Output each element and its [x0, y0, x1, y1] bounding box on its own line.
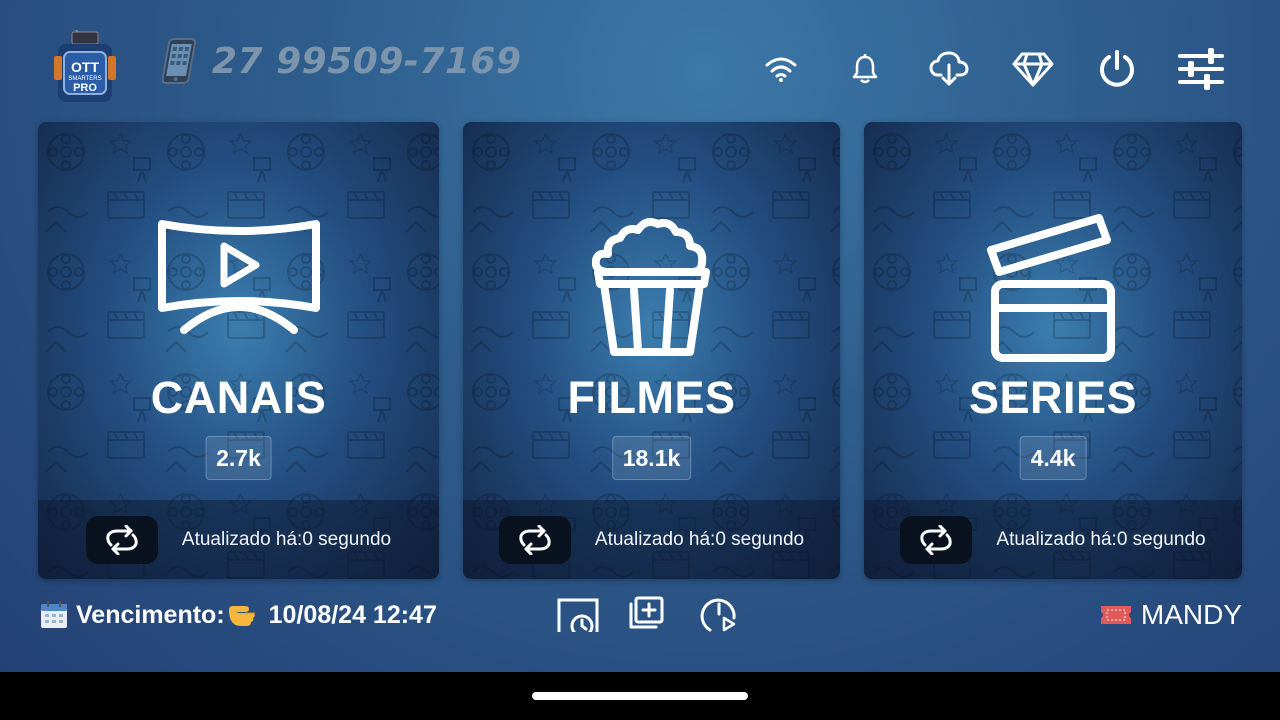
curved-tv-play-icon	[157, 220, 320, 334]
system-navigation-bar	[0, 672, 1280, 720]
recent-play-button[interactable]	[700, 596, 744, 632]
expiry-info: Vencimento: 10/08/24 12:47	[40, 598, 437, 632]
premium-button[interactable]	[1008, 44, 1058, 94]
user-name: MANDY	[1140, 599, 1242, 630]
ott-smarters-pro-logo-icon: OTT SMARTERS PRO	[54, 27, 116, 102]
cloud-download-button[interactable]	[924, 44, 974, 94]
refresh-icon	[920, 524, 953, 555]
popcorn-icon	[591, 218, 710, 356]
card-footer: Atualizado há:0 segundo	[864, 500, 1242, 579]
refresh-button[interactable]	[498, 515, 571, 564]
power-icon	[1100, 50, 1134, 87]
top-toolbar	[722, 44, 1226, 94]
refresh-icon	[519, 524, 551, 555]
mobile-phone-icon	[162, 38, 197, 84]
updated-status: Atualizado há:0 segundo	[996, 528, 1206, 550]
home-indicator[interactable]	[532, 692, 748, 700]
calendar-icon	[41, 601, 67, 628]
movies-card[interactable]: FILMES 18.1k Atualizado há:0 segundo	[463, 122, 840, 579]
refresh-button[interactable]	[85, 515, 158, 564]
pointing-hand-icon	[228, 606, 255, 626]
user-info: MANDY	[1099, 598, 1242, 632]
expiry-label: Vencimento:	[76, 600, 225, 629]
catch-up-icon	[557, 598, 599, 638]
svg-text:OTT: OTT	[71, 59, 99, 75]
live-tv-card[interactable]: CANAIS 2.7k Atualizado há:0 segundo	[38, 122, 439, 579]
card-footer: Atualizado há:0 segundo	[38, 500, 439, 579]
clapperboard-icon	[987, 214, 1115, 362]
cloud-download-icon	[929, 51, 969, 86]
wifi-button[interactable]	[756, 44, 806, 94]
phone-number: 27 99509-7169	[212, 40, 522, 82]
ticket-icon	[1100, 606, 1131, 624]
card-footer: Atualizado há:0 segundo	[463, 500, 840, 579]
series-card[interactable]: SERIES 4.4k Atualizado há:0 segundo	[864, 122, 1242, 579]
recent-play-icon	[700, 598, 736, 632]
card-title: CANAIS	[150, 372, 327, 423]
add-playlist-icon	[629, 596, 664, 629]
diamond-icon	[1012, 52, 1054, 87]
app-logo: OTT SMARTERS PRO	[54, 27, 116, 108]
count-badge: 18.1k	[611, 436, 692, 480]
wifi-icon	[765, 57, 797, 82]
catch-up-button[interactable]	[556, 596, 600, 638]
phone-display: 27 99509-7169	[162, 36, 522, 86]
quick-actions	[556, 596, 772, 638]
expiry-value: 10/08/24 12:47	[268, 600, 437, 629]
settings-button[interactable]	[1176, 44, 1226, 94]
updated-status: Atualizado há:0 segundo	[181, 528, 392, 550]
refresh-button[interactable]	[900, 515, 973, 564]
count-badge: 2.7k	[205, 436, 272, 480]
sliders-icon	[1178, 48, 1224, 90]
card-title: SERIES	[968, 372, 1138, 423]
power-button[interactable]	[1092, 44, 1142, 94]
svg-text:PRO: PRO	[73, 82, 97, 94]
bell-icon	[852, 54, 878, 84]
add-playlist-button[interactable]	[628, 596, 672, 632]
notifications-button[interactable]	[840, 44, 890, 94]
count-badge: 4.4k	[1019, 436, 1087, 480]
refresh-icon	[106, 524, 138, 555]
card-title: FILMES	[567, 372, 736, 423]
updated-status: Atualizado há:0 segundo	[594, 528, 805, 550]
